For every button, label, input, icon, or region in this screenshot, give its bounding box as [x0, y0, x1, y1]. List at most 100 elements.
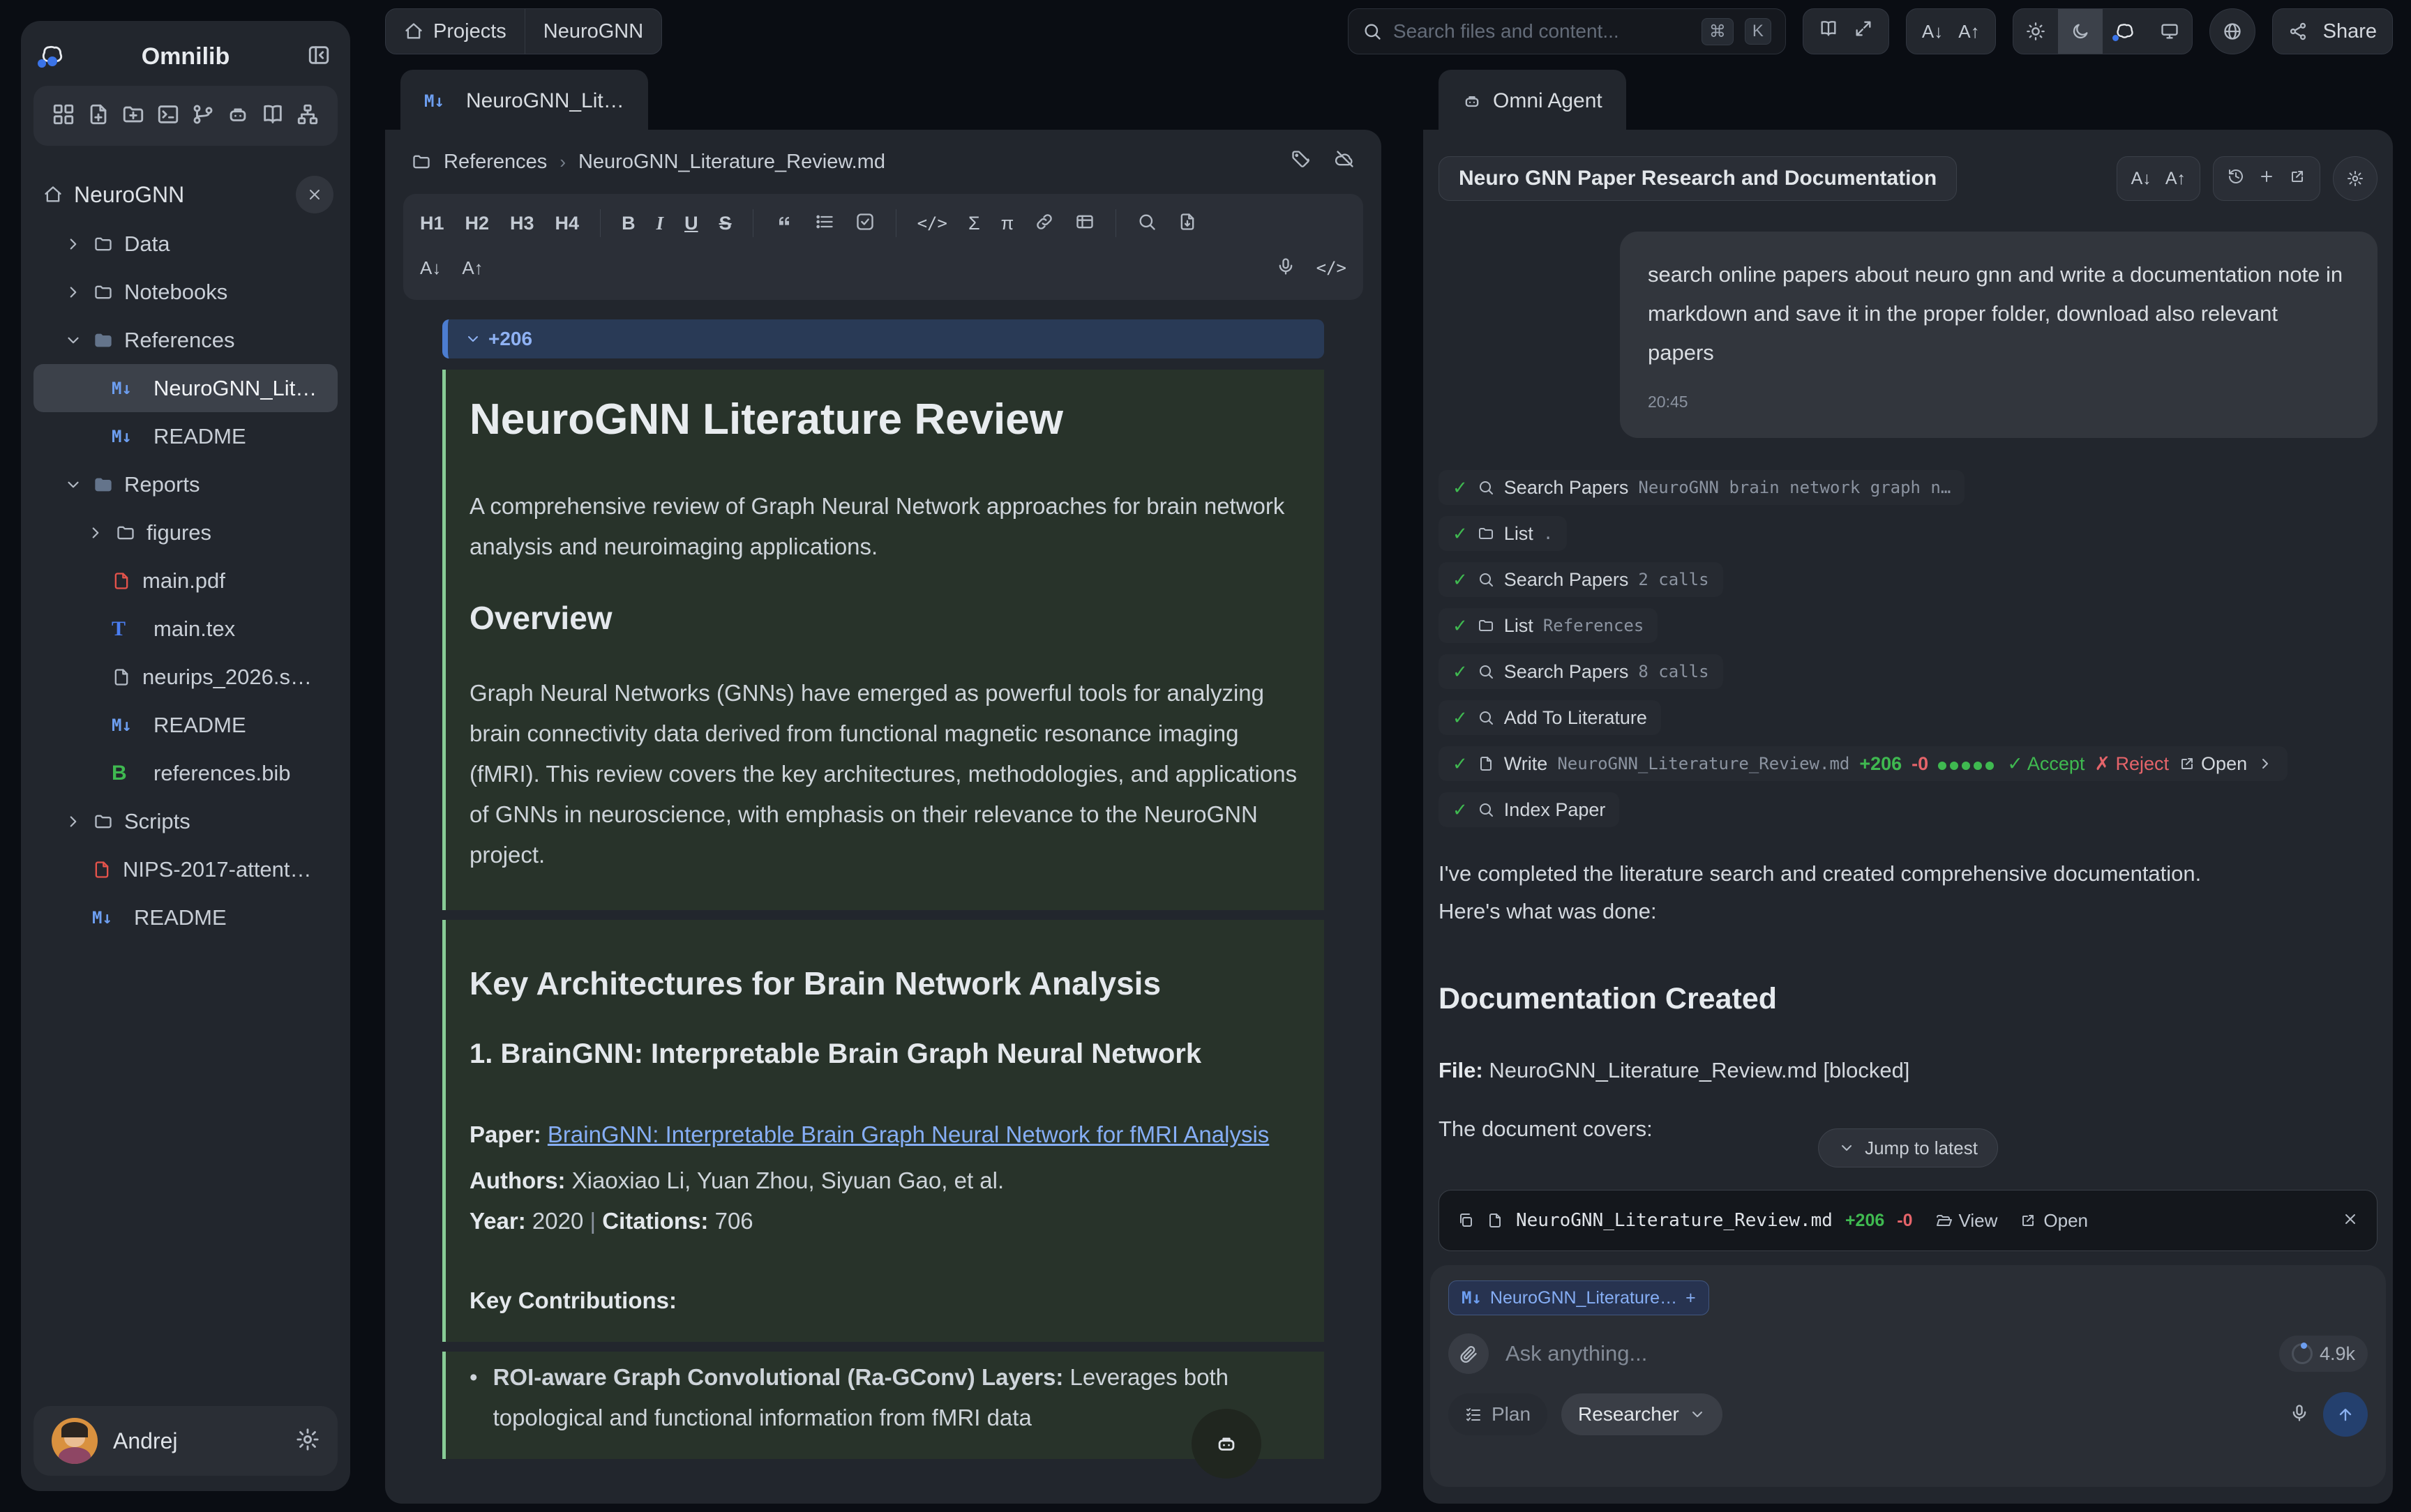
- pi-math-button[interactable]: π: [1001, 213, 1014, 234]
- breadcrumb-projects[interactable]: Projects: [386, 9, 525, 54]
- new-folder-button[interactable]: [121, 103, 145, 130]
- settings-gear-button[interactable]: [296, 1428, 320, 1455]
- global-search[interactable]: ⌘ K: [1348, 8, 1786, 54]
- action-add-to-literature[interactable]: ✓ Add To Literature: [1439, 700, 1661, 735]
- source-code-button[interactable]: </>: [1316, 258, 1346, 278]
- voice-mic-button[interactable]: [2290, 1403, 2309, 1426]
- font-increase-button[interactable]: A↑: [2165, 169, 2186, 189]
- breadcrumb-folder[interactable]: References: [444, 151, 547, 174]
- terminal-button[interactable]: [156, 103, 180, 130]
- code-button[interactable]: </>: [917, 213, 947, 233]
- tree-item-main-tex[interactable]: T main.tex: [33, 605, 338, 653]
- strikethrough-button[interactable]: S: [719, 213, 732, 234]
- user-card[interactable]: Andrej: [33, 1406, 338, 1476]
- heading2-button[interactable]: H2: [465, 213, 490, 234]
- document-content[interactable]: +206 NeuroGNN Literature Review A compre…: [403, 319, 1363, 1498]
- sitemap-button[interactable]: [296, 103, 320, 130]
- plan-button[interactable]: Plan: [1448, 1393, 1547, 1435]
- action-search-papers[interactable]: ✓ Search Papers 2 calls: [1439, 562, 1723, 597]
- action-list-references[interactable]: ✓ List References: [1439, 608, 1658, 643]
- diff-additions-bar[interactable]: +206: [442, 319, 1324, 358]
- action-index-paper[interactable]: ✓ Index Paper: [1439, 792, 1619, 827]
- chevron-right-icon[interactable]: [2257, 755, 2274, 772]
- agent-tab[interactable]: Omni Agent: [1439, 70, 1626, 133]
- tree-item-references-bib[interactable]: B references.bib: [33, 749, 338, 797]
- tree-item-readme-root[interactable]: M↓ README: [33, 893, 338, 942]
- session-title[interactable]: Neuro GNN Paper Research and Documentati…: [1439, 156, 1957, 201]
- history-button[interactable]: [2228, 168, 2244, 190]
- font-increase-button[interactable]: A↑: [462, 257, 483, 279]
- dictate-mic-button[interactable]: [1276, 257, 1295, 280]
- tree-item-nips-2017-pdf[interactable]: NIPS-2017-attent…: [33, 845, 338, 893]
- find-button[interactable]: [1137, 212, 1157, 235]
- editor-tab[interactable]: M↓ NeuroGNN_Lit…: [400, 70, 648, 133]
- tree-item-main-pdf[interactable]: main.pdf: [33, 557, 338, 605]
- attach-paperclip-button[interactable]: [1448, 1333, 1489, 1374]
- new-file-button[interactable]: [87, 103, 110, 130]
- link-button[interactable]: [1035, 212, 1054, 235]
- tree-item-notebooks[interactable]: Notebooks: [33, 268, 338, 316]
- open-file-button[interactable]: Open: [2179, 753, 2247, 775]
- close-icon[interactable]: [2342, 1211, 2359, 1231]
- share-button[interactable]: Share: [2272, 8, 2393, 54]
- font-increase-button[interactable]: A↑: [1958, 21, 1979, 43]
- tree-item-figures[interactable]: figures: [33, 508, 338, 557]
- heading4-button[interactable]: H4: [555, 213, 580, 234]
- chat-input[interactable]: [1505, 1341, 2262, 1366]
- close-project-button[interactable]: [296, 176, 333, 213]
- reader-mode-button[interactable]: [1819, 19, 1838, 44]
- tree-item-data[interactable]: Data: [33, 220, 338, 268]
- reject-button[interactable]: ✗ Reject: [2094, 753, 2169, 775]
- library-button[interactable]: [261, 103, 285, 130]
- theme-omni-button[interactable]: [2103, 9, 2147, 54]
- theme-light-button[interactable]: [2013, 9, 2058, 54]
- tree-item-readme-references[interactable]: M↓ README: [33, 412, 338, 460]
- context-file-chip[interactable]: M↓ NeuroGNN_Literature… +: [1448, 1280, 1709, 1315]
- project-root-row[interactable]: NeuroGNN: [33, 169, 338, 220]
- agent-robot-fab-button[interactable]: [1192, 1409, 1261, 1479]
- agent-bot-button[interactable]: [226, 103, 250, 130]
- blockquote-button[interactable]: [774, 212, 794, 235]
- accept-button[interactable]: ✓ Accept: [2007, 753, 2085, 775]
- bullet-list-button[interactable]: [815, 212, 834, 235]
- open-external-button[interactable]: [2289, 168, 2306, 190]
- view-file-button[interactable]: View: [1935, 1210, 1998, 1232]
- italic-button[interactable]: I: [656, 213, 664, 234]
- changed-file-bar[interactable]: NeuroGNN_Literature_Review.md +206 -0 Vi…: [1439, 1190, 2378, 1251]
- checklist-button[interactable]: [855, 212, 875, 235]
- sigma-math-button[interactable]: Σ: [968, 213, 980, 234]
- add-context-button[interactable]: +: [1685, 1288, 1696, 1308]
- tree-item-reports[interactable]: Reports: [33, 460, 338, 508]
- search-input[interactable]: [1393, 20, 1690, 43]
- action-write-file[interactable]: ✓ Write NeuroGNN_Literature_Review.md +2…: [1439, 746, 2288, 781]
- action-search-papers[interactable]: ✓ Search Papers NeuroGNN brain network g…: [1439, 470, 1965, 505]
- new-chat-button[interactable]: [2258, 168, 2275, 190]
- font-decrease-button[interactable]: A↓: [1922, 21, 1943, 43]
- sidebar-collapse-button[interactable]: [307, 43, 331, 70]
- bold-button[interactable]: B: [622, 213, 636, 234]
- send-button[interactable]: [2323, 1392, 2368, 1437]
- git-branch-button[interactable]: [191, 103, 215, 130]
- theme-system-button[interactable]: [2147, 9, 2192, 54]
- heading1-button[interactable]: H1: [420, 213, 444, 234]
- paper-link[interactable]: BrainGNN: Interpretable Brain Graph Neur…: [548, 1121, 1269, 1147]
- tree-item-readme-reports[interactable]: M↓ README: [33, 701, 338, 749]
- breadcrumb-file[interactable]: NeuroGNN_Literature_Review.md: [578, 151, 885, 174]
- tree-item-scripts[interactable]: Scripts: [33, 797, 338, 845]
- action-list-dir[interactable]: ✓ List .: [1439, 516, 1567, 551]
- jump-to-latest-button[interactable]: Jump to latest: [1818, 1128, 1998, 1167]
- export-button[interactable]: [1178, 212, 1197, 235]
- tree-item-neurognn-lit[interactable]: M↓ NeuroGNN_Lit…: [33, 364, 338, 412]
- underline-button[interactable]: U: [684, 213, 698, 234]
- tag-button[interactable]: [1291, 149, 1310, 174]
- agent-settings-button[interactable]: [2333, 156, 2378, 201]
- table-button[interactable]: [1075, 212, 1095, 235]
- mode-selector[interactable]: Researcher: [1561, 1393, 1722, 1435]
- fullscreen-button[interactable]: [1854, 19, 1873, 44]
- tree-item-neurips-sty[interactable]: neurips_2026.s…: [33, 653, 338, 701]
- theme-dark-button[interactable]: [2058, 9, 2103, 54]
- font-decrease-button[interactable]: A↓: [2131, 169, 2151, 189]
- cloud-off-icon[interactable]: [1335, 149, 1355, 174]
- breadcrumb-project-name[interactable]: NeuroGNN: [525, 9, 661, 54]
- font-decrease-button[interactable]: A↓: [420, 257, 441, 279]
